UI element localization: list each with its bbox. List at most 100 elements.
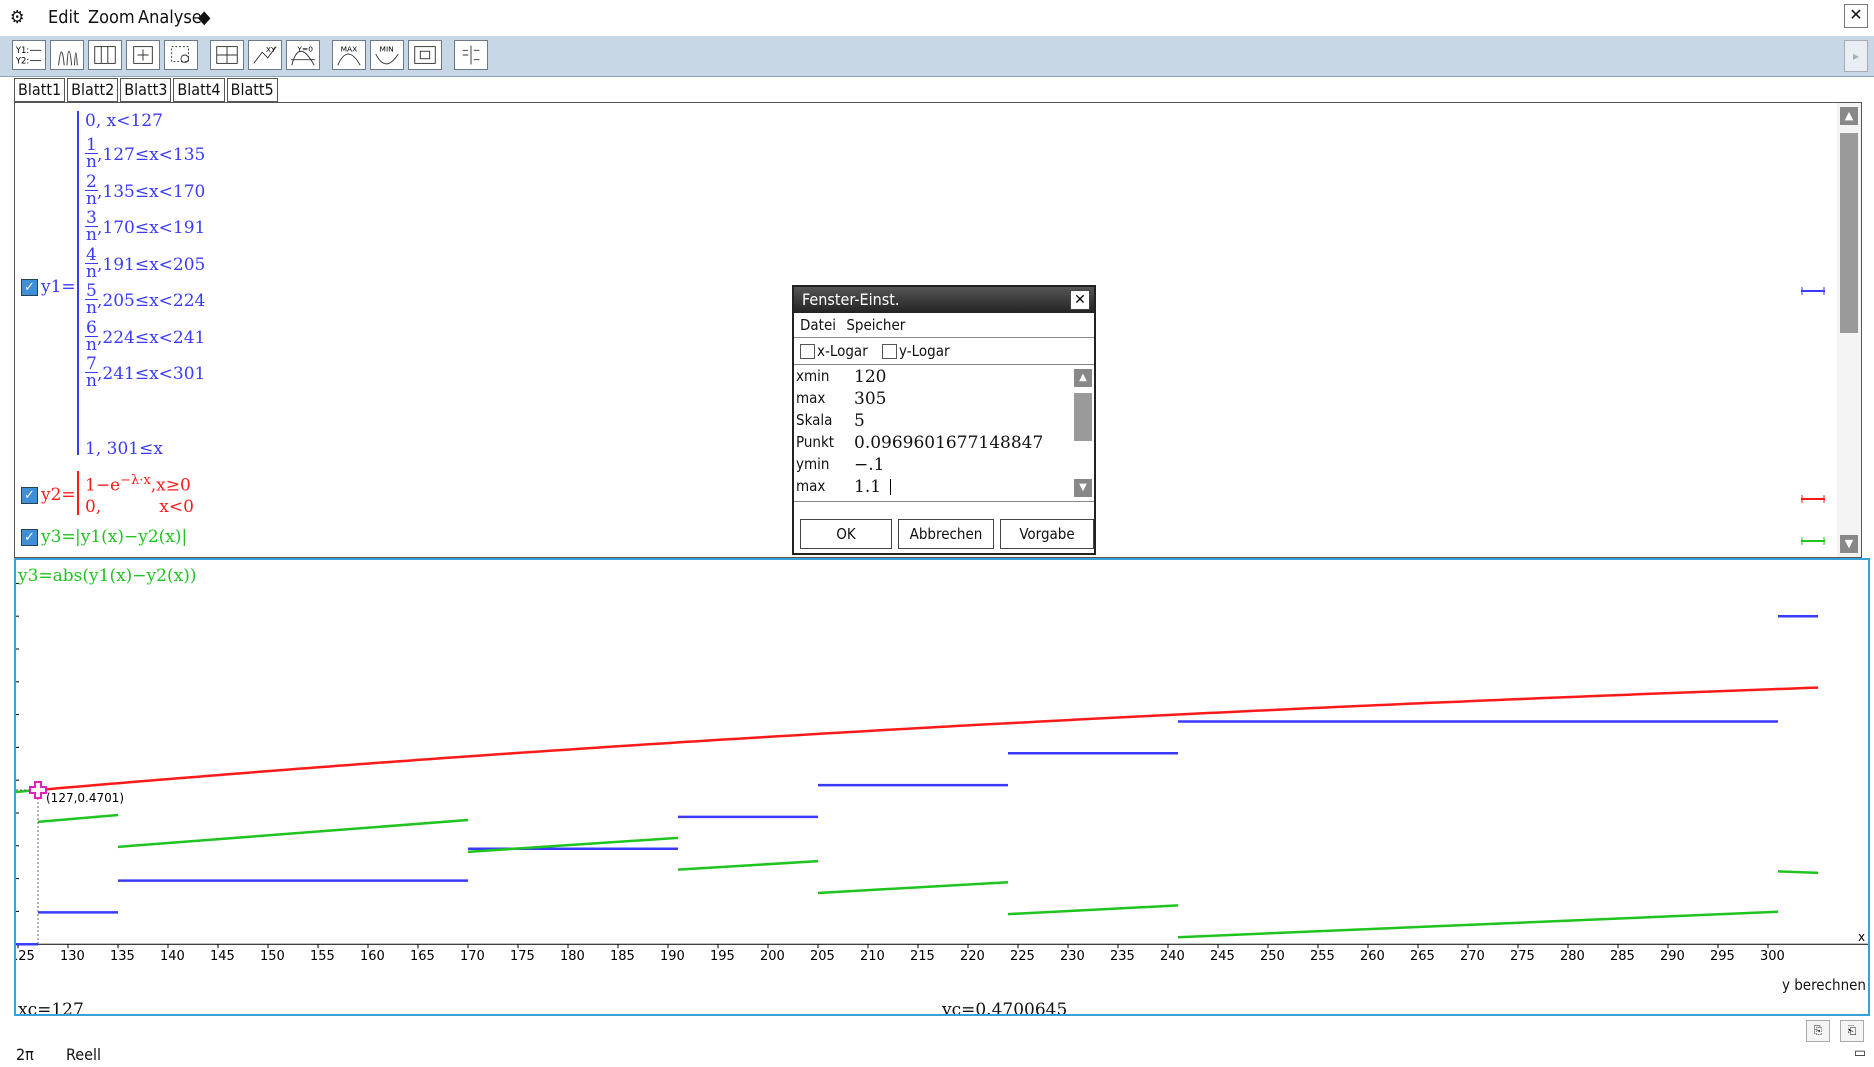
toolbar: Y1: Y2: XY Y=0 MAX MIN ▸ [0, 36, 1874, 77]
y3-segment [1007, 904, 1179, 916]
y3-expression[interactable]: |y1(x)−y2(x)| [75, 527, 187, 547]
svg-text:Y2:: Y2: [15, 55, 29, 65]
cancel-button[interactable]: Abbrechen [898, 519, 994, 549]
x-tick-label: 295 [1710, 949, 1735, 964]
x-tick-label: 280 [1560, 949, 1585, 964]
dialog-scroll-up-icon[interactable]: ▲ [1074, 369, 1092, 387]
root-icon[interactable]: Y=0 [286, 40, 320, 70]
svg-text:XY: XY [266, 45, 276, 54]
y1y2-list-icon[interactable]: Y1: Y2: [12, 40, 46, 70]
dialog-scroll-down-icon[interactable]: ▼ [1074, 479, 1092, 497]
battery-icon: ▭ [1854, 1045, 1866, 1061]
y2-piece-2: 0, x<0 [85, 497, 194, 517]
y2-line-style[interactable] [1801, 489, 1825, 503]
editor-scrollbar[interactable]: ▲ ▼ [1837, 103, 1861, 557]
menu-zoom[interactable]: Zoom [88, 7, 135, 28]
svg-text:Y1:: Y1: [15, 45, 29, 55]
menu-bar: ⚙ Edit Zoom Analyse ◆ ✕ [0, 0, 1874, 37]
zoom-box-icon[interactable] [126, 40, 160, 70]
y-log-label: y-Logar [899, 342, 950, 360]
x-tick-label: 135 [110, 949, 135, 964]
log-options: x-Logar y-Logar [794, 338, 1094, 365]
x-tick-label: 150 [260, 949, 285, 964]
y1-condition: ,241≤x<301 [97, 364, 206, 384]
tab-blatt2[interactable]: Blatt2 [67, 78, 119, 102]
y1-brace [77, 111, 79, 455]
window-settings-icon[interactable] [210, 40, 244, 70]
tab-blatt1[interactable]: Blatt1 [14, 78, 66, 102]
x-tick-label: 170 [460, 949, 485, 964]
yc-readout: yc=0.4700645 [942, 1000, 1068, 1014]
dialog-menu-datei[interactable]: Datei [800, 316, 836, 334]
y3-segment [817, 881, 1009, 895]
dialog-title: Fenster-Einst. [794, 287, 1094, 313]
paste-icon[interactable]: ⎗ [1840, 1020, 1864, 1042]
y1-line-style[interactable] [1801, 281, 1825, 295]
x-tick-label: 210 [860, 949, 885, 964]
tab-blatt3[interactable]: Blatt3 [120, 78, 172, 102]
x-tick-label: 255 [1310, 949, 1335, 964]
scroll-down-icon[interactable]: ▼ [1840, 535, 1858, 553]
graph-toggle-icon[interactable] [50, 40, 84, 70]
graph-function-label: y3=abs(y1(x)−y2(x)) [18, 566, 197, 586]
y1-checkbox[interactable]: ✓ [21, 279, 38, 296]
angle-mode[interactable]: 2π [16, 1045, 34, 1064]
y1-name: y1= [41, 277, 76, 297]
x-tick-label: 155 [310, 949, 335, 964]
x-tick-label: 195 [710, 949, 735, 964]
x-tick-label: 285 [1610, 949, 1635, 964]
table-icon[interactable] [88, 40, 122, 70]
y1-fraction: 6n [85, 317, 98, 355]
x-tick-label: 245 [1210, 949, 1235, 964]
minimum-icon[interactable]: MIN [370, 40, 404, 70]
xc-readout: xc=127 [18, 1000, 84, 1014]
x-tick-label: 225 [1010, 949, 1035, 964]
split-screen-icon[interactable] [454, 40, 488, 70]
graph-canvas[interactable]: 125 130 135 140 145 150 155 160 165 170 175 180 185 1… [16, 560, 1868, 1014]
x-tick-label: 265 [1410, 949, 1435, 964]
text-cursor [890, 479, 891, 495]
zoom-in-icon[interactable] [164, 40, 198, 70]
y1-condition: ,224≤x<241 [97, 327, 206, 348]
y1-condition: ,127≤x<135 [97, 145, 206, 165]
entry-bar[interactable]: ⎘ ⎗ [14, 1020, 1870, 1044]
ok-button[interactable]: OK [800, 519, 892, 549]
y1-fraction: 5n [85, 281, 98, 318]
gear-icon[interactable]: ⚙ [10, 7, 25, 28]
x-tick-label: 175 [510, 949, 535, 964]
menu-edit[interactable]: Edit [48, 7, 79, 28]
trace-icon[interactable]: XY [248, 40, 282, 70]
dialog-scrollbar[interactable]: ▲ ▼ [1074, 369, 1092, 497]
graph-window[interactable]: 125 130 135 140 145 150 155 160 165 170 175 180 185 1… [14, 558, 1870, 1016]
y2-checkbox[interactable]: ✓ [21, 487, 38, 504]
default-button[interactable]: Vorgabe [1000, 519, 1094, 549]
y2-curve [37, 686, 1819, 792]
y3-segment [117, 818, 469, 849]
menu-analyse[interactable]: Analyse [138, 7, 202, 28]
y1-condition: ,205≤x<224 [97, 291, 206, 311]
y-calculate-label[interactable]: y berechnen [1781, 976, 1866, 994]
view-window-icon[interactable] [408, 40, 442, 70]
x-log-checkbox[interactable] [800, 344, 815, 359]
dialog-scroll-thumb[interactable] [1074, 393, 1092, 441]
tab-blatt4[interactable]: Blatt4 [173, 78, 225, 102]
dialog-close-icon[interactable]: ✕ [1070, 290, 1090, 310]
y3-segment [1177, 910, 1779, 939]
number-mode[interactable]: Reell [66, 1045, 101, 1064]
x-tick-label: 275 [1510, 949, 1535, 964]
scroll-thumb[interactable] [1840, 133, 1858, 333]
copy-icon[interactable]: ⎘ [1806, 1020, 1830, 1042]
x-tick-label: 160 [360, 949, 385, 964]
y-log-checkbox[interactable] [882, 344, 898, 359]
close-icon[interactable]: ✕ [1844, 4, 1868, 28]
y3-checkbox[interactable]: ✓ [21, 529, 38, 546]
dialog-menu-speicher[interactable]: Speicher [846, 316, 905, 334]
x-tick-label: 250 [1260, 949, 1285, 964]
tab-blatt5[interactable]: Blatt5 [226, 78, 278, 102]
y3-line-style[interactable] [1801, 531, 1825, 545]
toolbar-scroll-right-icon[interactable]: ▸ [1844, 40, 1868, 72]
maximum-icon[interactable]: MAX [332, 40, 366, 70]
diamond-icon[interactable]: ◆ [198, 7, 210, 28]
scroll-up-icon[interactable]: ▲ [1840, 107, 1858, 125]
y2-name: y2= [41, 485, 76, 505]
